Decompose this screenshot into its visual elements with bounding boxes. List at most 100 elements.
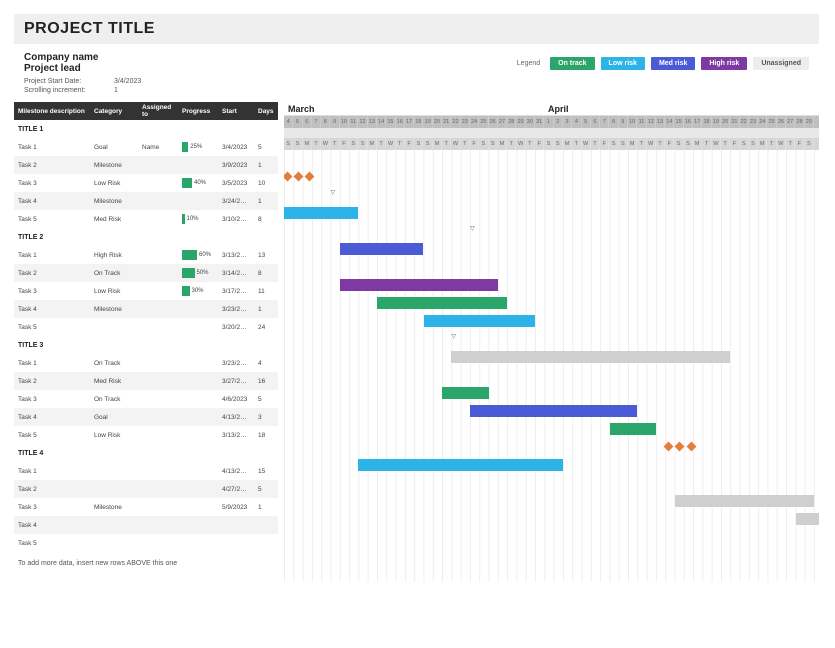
- progress-text: 50%: [197, 270, 209, 276]
- table-row[interactable]: Task 1High Risk60%3/13/202313: [14, 246, 278, 264]
- dow: T: [767, 138, 776, 150]
- gantt-bar[interactable]: [284, 207, 358, 219]
- cell: 4: [254, 358, 278, 369]
- gantt-row: [284, 312, 819, 330]
- day-num: 10: [628, 116, 637, 128]
- day-num: 26: [777, 116, 786, 128]
- meta: Project Start Date: 3/4/2023 Scrolling i…: [14, 76, 819, 102]
- day-num: 3: [563, 116, 572, 128]
- cell: Task 3: [14, 286, 90, 297]
- cell: 1: [254, 196, 278, 207]
- cell: 3/23/2023: [218, 358, 254, 369]
- cell: Low Risk: [90, 286, 138, 297]
- dow: S: [740, 138, 749, 150]
- table-row[interactable]: Task 2Milestone3/9/20231: [14, 156, 278, 174]
- gantt-bar[interactable]: [442, 387, 489, 399]
- gantt-bar[interactable]: [424, 315, 536, 327]
- cell: 3/13/2023: [218, 430, 254, 441]
- dow: S: [619, 138, 628, 150]
- cell: Task 5: [14, 430, 90, 441]
- progress-bar: [182, 178, 192, 188]
- gantt-bar[interactable]: [340, 279, 498, 291]
- table-row[interactable]: Task 3On Track4/6/20235: [14, 390, 278, 408]
- gantt-bar[interactable]: [610, 423, 657, 435]
- gantt-bar[interactable]: [675, 495, 815, 507]
- day-num: 24: [758, 116, 767, 128]
- gantt-bar[interactable]: [796, 513, 820, 525]
- gantt-bar[interactable]: [451, 351, 730, 363]
- table-row[interactable]: Task 3Low Risk30%3/17/202311: [14, 282, 278, 300]
- day-num: 4: [572, 116, 581, 128]
- table-row[interactable]: Task 4: [14, 516, 278, 534]
- gantt-bar[interactable]: [470, 405, 637, 417]
- table-row[interactable]: Task 4Milestone3/24/20231: [14, 192, 278, 210]
- progress-bar: [182, 286, 190, 296]
- col-category: Category: [90, 106, 138, 117]
- cell: [254, 541, 278, 545]
- day-num: 8: [609, 116, 618, 128]
- dow: W: [451, 138, 460, 150]
- dow: T: [786, 138, 795, 150]
- day-of-week: SSMTWTFSSMTWTFSSMTWTFSSMTWTFSSMTWTFSSMTW…: [284, 138, 819, 150]
- day-num: 25: [767, 116, 776, 128]
- progress-cell: [178, 541, 218, 545]
- cell: 4/13/2023: [218, 412, 254, 423]
- cell: 3/14/2023: [218, 268, 254, 279]
- gantt-row: ▽: [284, 222, 819, 240]
- table-row[interactable]: Task 5Low Risk3/13/202318: [14, 426, 278, 444]
- dow: W: [386, 138, 395, 150]
- cell: [218, 541, 254, 545]
- progress-bar: [182, 250, 197, 260]
- table-row[interactable]: Task 4Milestone3/23/20231: [14, 300, 278, 318]
- cell: 3/9/2023: [218, 160, 254, 171]
- progress-cell: 40%: [178, 176, 218, 190]
- table-row[interactable]: Task 1GoalName25%3/4/20235: [14, 138, 278, 156]
- cell: [138, 163, 178, 167]
- dow: S: [489, 138, 498, 150]
- gantt-row: [284, 258, 819, 276]
- gantt-bar[interactable]: [340, 243, 424, 255]
- cell: 3/10/2023: [218, 214, 254, 225]
- cell: [138, 253, 178, 257]
- day-num: 23: [461, 116, 470, 128]
- table-row[interactable]: Task 53/20/202324: [14, 318, 278, 336]
- table-row[interactable]: Task 5Med Risk10%3/10/20238: [14, 210, 278, 228]
- gantt-row: [284, 492, 819, 510]
- table-row[interactable]: Task 4Goal4/13/20233: [14, 408, 278, 426]
- day-num: 16: [396, 116, 405, 128]
- col-days: Days: [254, 106, 278, 117]
- table-row[interactable]: Task 3Milestone5/9/20231: [14, 498, 278, 516]
- table-row[interactable]: Task 2Med Risk3/27/202316: [14, 372, 278, 390]
- day-num: 11: [637, 116, 646, 128]
- gantt-row: ▽: [284, 330, 819, 348]
- table-row[interactable]: Task 24/27/20235: [14, 480, 278, 498]
- dow: M: [693, 138, 702, 150]
- cell: [218, 523, 254, 527]
- cell: [138, 379, 178, 383]
- gantt-bar[interactable]: [377, 297, 507, 309]
- progress-cell: [178, 361, 218, 365]
- gantt-row: [284, 438, 819, 456]
- table-row[interactable]: Task 2On Track50%3/14/20238: [14, 264, 278, 282]
- cell: 24: [254, 322, 278, 333]
- progress-text: 25%: [190, 144, 202, 150]
- table-row[interactable]: Task 5: [14, 534, 278, 552]
- milestone-icon: ▽: [331, 189, 336, 196]
- gantt-bar[interactable]: [358, 459, 563, 471]
- gantt-chart: March April 4567891011121314151617181920…: [284, 102, 819, 582]
- cell: 5/9/2023: [218, 502, 254, 513]
- dow: W: [647, 138, 656, 150]
- section-row: TITLE 2: [14, 228, 278, 246]
- legend-medrisk: Med risk: [651, 57, 695, 70]
- col-assigned: Assigned to: [138, 102, 178, 120]
- progress-cell: [178, 505, 218, 509]
- goal-diamond-icon: [686, 442, 696, 452]
- table-row[interactable]: Task 1On Track3/23/20234: [14, 354, 278, 372]
- table-row[interactable]: Task 3Low Risk40%3/5/202310: [14, 174, 278, 192]
- table-row[interactable]: Task 14/13/202315: [14, 462, 278, 480]
- cell: High Risk: [90, 250, 138, 261]
- cell: Milestone: [90, 196, 138, 207]
- day-num: 21: [442, 116, 451, 128]
- gantt-template: PROJECT TITLE Company name Project lead …: [14, 14, 819, 582]
- progress-strip: [284, 128, 819, 138]
